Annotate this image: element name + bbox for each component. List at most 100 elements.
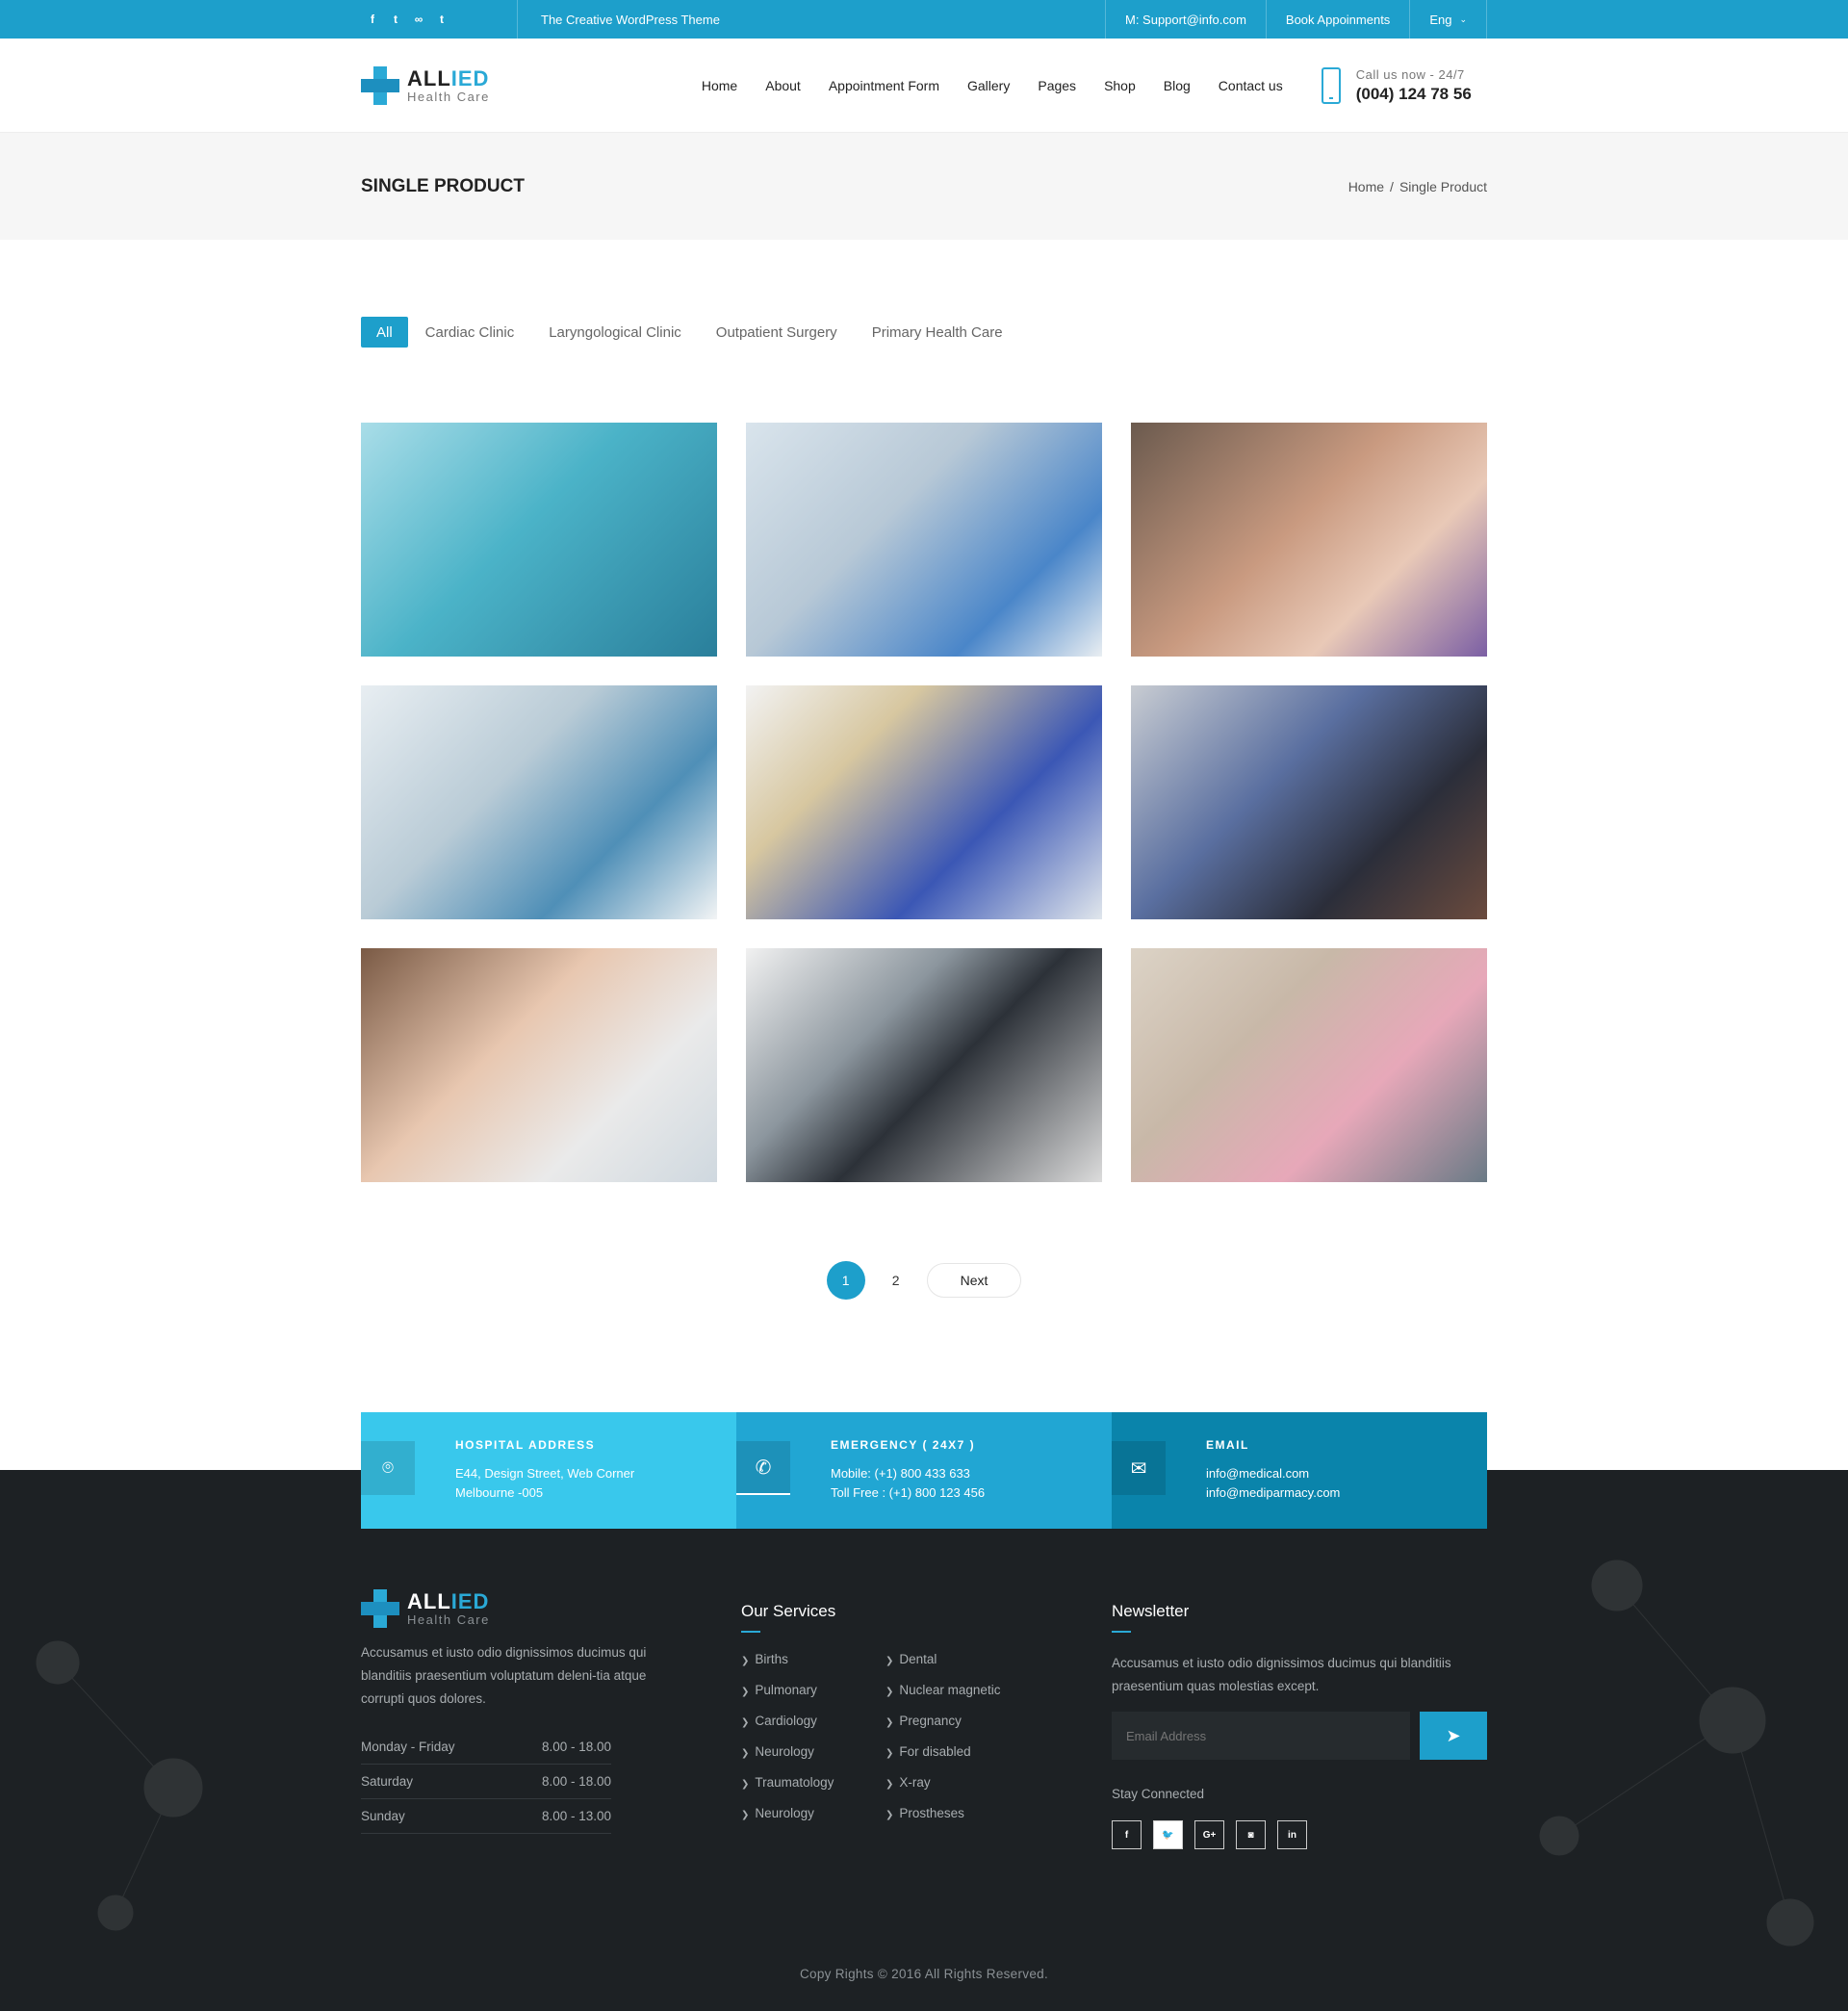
chevron-right-icon: ❯ bbox=[886, 1656, 894, 1666]
logo-name-a: ALL bbox=[407, 65, 451, 90]
nav-item-contact-us[interactable]: Contact us bbox=[1219, 78, 1283, 93]
subscribe-button[interactable]: ➤ bbox=[1420, 1712, 1487, 1760]
chevron-right-icon: ❯ bbox=[741, 1779, 750, 1790]
gallery-grid bbox=[361, 423, 1487, 1182]
top-social-links: f t ∞ t bbox=[361, 13, 517, 26]
google-plus-icon[interactable]: G+ bbox=[1194, 1820, 1224, 1849]
filter-outpatient-surgery[interactable]: Outpatient Surgery bbox=[699, 317, 855, 348]
service-link[interactable]: ❯ Pulmonary bbox=[741, 1683, 886, 1697]
hours-row: Saturday 8.00 - 18.00 bbox=[361, 1765, 611, 1799]
hospital-corridor-photo[interactable] bbox=[361, 423, 717, 657]
service-link[interactable]: ❯ Prostheses bbox=[886, 1806, 1030, 1820]
pediatric-exam-photo[interactable] bbox=[361, 948, 717, 1182]
stay-connected-label: Stay Connected bbox=[1112, 1787, 1205, 1801]
service-link[interactable]: ❯ Traumatology bbox=[741, 1775, 886, 1790]
nav-item-appointment-form[interactable]: Appointment Form bbox=[829, 78, 939, 93]
chevron-right-icon: ❯ bbox=[886, 1810, 894, 1820]
filter-laryngological-clinic[interactable]: Laryngological Clinic bbox=[531, 317, 699, 348]
service-link[interactable]: ❯ Nuclear magnetic bbox=[886, 1683, 1030, 1697]
hours-day: Monday - Friday bbox=[361, 1740, 455, 1754]
twitter-icon[interactable]: 🐦 bbox=[1153, 1820, 1183, 1849]
chevron-right-icon: ❯ bbox=[886, 1748, 894, 1759]
newsletter-form: ➤ bbox=[1112, 1712, 1487, 1760]
chevron-right-icon: ❯ bbox=[741, 1810, 750, 1820]
contact-box-text: EMERGENCY ( 24X7 ) Mobile: (+1) 800 433 6… bbox=[831, 1438, 985, 1529]
contact-box-line: E44, Design Street, Web Corner bbox=[455, 1466, 635, 1481]
linkedin-icon[interactable]: in bbox=[1277, 1820, 1307, 1849]
newsletter-description: Accusamus et iusto odio dignissimos duci… bbox=[1112, 1656, 1451, 1693]
service-link[interactable]: ❯ Pregnancy bbox=[886, 1714, 1030, 1728]
footer-social-links: f 🐦 G+ ◙ in bbox=[1112, 1820, 1487, 1849]
service-link[interactable]: ❯ Neurology bbox=[741, 1744, 886, 1759]
nav-item-gallery[interactable]: Gallery bbox=[967, 78, 1010, 93]
gallery-filters: All Cardiac Clinic Laryngological Clinic Ou… bbox=[361, 317, 1487, 348]
breadcrumb-home[interactable]: Home bbox=[1348, 179, 1384, 194]
mobile-phone-icon bbox=[1321, 67, 1341, 104]
page-1-button[interactable]: 1 bbox=[826, 1261, 865, 1300]
nav-item-about[interactable]: About bbox=[765, 78, 801, 93]
service-link[interactable]: ❯ Dental bbox=[886, 1652, 1030, 1666]
footer-services: Our Services ❯ Births ❯ Dental ❯ Pulmonary ❯ Nu… bbox=[741, 1589, 1112, 1849]
contact-box-line: info@mediparmacy.com bbox=[1206, 1485, 1341, 1500]
dental-checkup-photo[interactable] bbox=[746, 685, 1102, 919]
map-pin-icon: ⌾ bbox=[361, 1441, 415, 1495]
nav-item-pages[interactable]: Pages bbox=[1038, 78, 1076, 93]
flickr-icon[interactable]: ∞ bbox=[407, 13, 430, 26]
service-link[interactable]: ❯ Births bbox=[741, 1652, 886, 1666]
nav-item-home[interactable]: Home bbox=[702, 78, 737, 93]
service-label: Prostheses bbox=[899, 1806, 964, 1820]
support-email-link[interactable]: M: Support@info.com bbox=[1104, 0, 1266, 39]
contact-box-line: Toll Free : (+1) 800 123 456 bbox=[831, 1485, 986, 1500]
service-link[interactable]: ❯ Cardiology bbox=[741, 1714, 886, 1728]
smiling-patient-photo[interactable] bbox=[1131, 423, 1487, 657]
contact-box: ✉ EMAIL info@medical.com info@mediparmacy.c… bbox=[1112, 1412, 1487, 1529]
contact-box-heading: HOSPITAL ADDRESS bbox=[455, 1438, 596, 1452]
instagram-icon[interactable]: ◙ bbox=[1236, 1820, 1266, 1849]
tumblr-icon[interactable]: t bbox=[430, 13, 453, 26]
medical-cross-icon bbox=[361, 1589, 399, 1628]
facebook-icon[interactable]: f bbox=[361, 13, 384, 26]
chevron-right-icon: ❯ bbox=[886, 1717, 894, 1728]
chevron-right-icon: ❯ bbox=[741, 1748, 750, 1759]
service-label: For disabled bbox=[899, 1744, 971, 1759]
brain-scan-tablet-photo[interactable] bbox=[746, 948, 1102, 1182]
filter-cardiac-clinic[interactable]: Cardiac Clinic bbox=[408, 317, 532, 348]
twitter-icon[interactable]: t bbox=[384, 13, 407, 26]
language-selector[interactable]: Eng ⌄ bbox=[1409, 0, 1487, 39]
nav-item-shop[interactable]: Shop bbox=[1104, 78, 1136, 93]
footer-logo[interactable]: ALLIED Health Care bbox=[361, 1589, 741, 1628]
filter-primary-health-care[interactable]: Primary Health Care bbox=[855, 317, 1020, 348]
footer-about: ALLIED Health Care Accusamus et iusto od… bbox=[361, 1589, 741, 1849]
book-appointments-link[interactable]: Book Appoinments bbox=[1265, 0, 1409, 39]
hours-row: Sunday 8.00 - 13.00 bbox=[361, 1799, 611, 1834]
phone-icon: ✆ bbox=[736, 1441, 790, 1495]
service-link[interactable]: ❯ Neurology bbox=[741, 1806, 886, 1820]
facebook-icon[interactable]: f bbox=[1112, 1820, 1142, 1849]
hours-time: 8.00 - 13.00 bbox=[541, 1809, 611, 1823]
nav-item-blog[interactable]: Blog bbox=[1164, 78, 1191, 93]
dentist-with-model-photo[interactable] bbox=[746, 423, 1102, 657]
next-page-button[interactable]: Next bbox=[926, 1263, 1022, 1298]
dentist-xray-tablet-photo[interactable] bbox=[1131, 685, 1487, 919]
email-field[interactable] bbox=[1112, 1712, 1410, 1760]
family-consultation-photo[interactable] bbox=[1131, 948, 1487, 1182]
service-label: Births bbox=[755, 1652, 788, 1666]
copyright: Copy Rights © 2016 All Rights Reserved. bbox=[799, 1967, 1048, 1981]
paper-plane-icon: ➤ bbox=[1446, 1725, 1461, 1745]
breadcrumb-current: Single Product bbox=[1399, 178, 1487, 194]
footer-description: Accusamus et iusto odio dignissimos duci… bbox=[361, 1645, 647, 1706]
service-label: Neurology bbox=[755, 1806, 814, 1820]
service-link[interactable]: ❯ X-ray bbox=[886, 1775, 1030, 1790]
filter-all[interactable]: All bbox=[361, 317, 408, 348]
phone-number[interactable]: (004) 124 78 56 bbox=[1356, 85, 1472, 104]
site-logo[interactable]: ALLIED Health Care bbox=[361, 66, 490, 105]
page-2-button[interactable]: 2 bbox=[877, 1261, 915, 1300]
service-link[interactable]: ❯ For disabled bbox=[886, 1744, 1030, 1759]
contact-box-text: HOSPITAL ADDRESS E44, Design Street, Web … bbox=[455, 1438, 634, 1529]
service-label: Dental bbox=[899, 1652, 937, 1666]
contact-box-line: Mobile: (+1) 800 433 633 bbox=[831, 1466, 970, 1481]
page-title: SINGLE PRODUCT bbox=[361, 175, 525, 196]
service-label: Nuclear magnetic bbox=[899, 1683, 1001, 1697]
language-label: Eng bbox=[1429, 12, 1452, 27]
doctors-xray-photo[interactable] bbox=[361, 685, 717, 919]
